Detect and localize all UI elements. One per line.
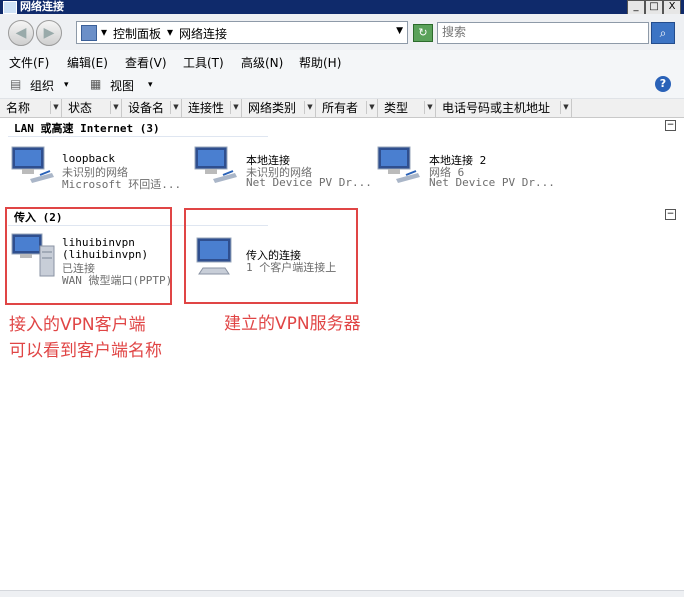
connection-device: Net Device PV Dr...	[246, 176, 372, 189]
window-title: 网络连接	[20, 0, 64, 13]
menu-bar: 文件(F) 编辑(E) 查看(V) 工具(T) 高级(N) 帮助(H)	[0, 50, 684, 72]
column-label: 类型	[384, 101, 409, 115]
control-panel-icon	[81, 25, 97, 41]
close-button[interactable]: X	[663, 0, 681, 15]
collapse-lan-button[interactable]: −	[665, 120, 676, 131]
column-label: 电话号码或主机地址	[442, 101, 551, 115]
annotation-box-server	[184, 208, 358, 304]
annotation-server: 建立的VPN服务器	[224, 314, 361, 334]
breadcrumb-separator: ▾	[101, 25, 108, 39]
column-label: 所有者	[322, 101, 359, 115]
menu-file[interactable]: 文件(F)	[9, 54, 49, 71]
breadcrumb-control-panel[interactable]: 控制面板	[113, 25, 161, 42]
menu-help[interactable]: 帮助(H)	[299, 54, 341, 71]
maximize-button[interactable]: □	[645, 0, 663, 15]
column-dropdown-icon[interactable]: ▼	[230, 101, 241, 114]
column-label: 网络类别	[248, 101, 297, 115]
column-dropdown-icon[interactable]: ▼	[304, 101, 315, 114]
address-bar[interactable]: ▾ 控制面板 ▾ 网络连接 ▼	[76, 21, 408, 44]
menu-advanced[interactable]: 高级(N)	[241, 54, 283, 71]
connection-device: Net Device PV Dr...	[429, 176, 555, 189]
column-dropdown-icon[interactable]: ▼	[110, 101, 121, 114]
network-connection-icon	[377, 146, 420, 183]
organize-icon: ▤	[10, 77, 22, 91]
column-dropdown-icon[interactable]: ▼	[170, 101, 181, 114]
connection-device: Microsoft 环回适...	[62, 178, 182, 191]
column-label: 设备名	[128, 101, 165, 115]
organize-button[interactable]: 组织	[30, 77, 54, 94]
column-dropdown-icon[interactable]: ▼	[366, 101, 377, 114]
group-divider	[8, 136, 268, 137]
connection-local[interactable]: 本地连接 未识别的网络 Net Device PV Dr...	[193, 145, 372, 195]
column-dropdown-icon[interactable]: ▼	[560, 101, 571, 114]
minimize-button[interactable]: _	[627, 0, 645, 15]
column-network-category[interactable]: 网络类别 ▼	[242, 99, 316, 117]
help-icon[interactable]: ?	[655, 76, 671, 92]
breadcrumb-network-connections[interactable]: 网络连接	[179, 25, 227, 42]
column-type[interactable]: 类型 ▼	[378, 99, 436, 117]
network-connection-icon	[194, 146, 237, 183]
views-button[interactable]: 视图	[110, 77, 134, 94]
views-icon: ▦	[90, 77, 102, 91]
views-dropdown-icon[interactable]: ▾	[148, 80, 153, 90]
column-label: 状态	[68, 101, 93, 115]
menu-view[interactable]: 查看(V)	[125, 54, 167, 71]
collapse-incoming-button[interactable]: −	[665, 209, 676, 220]
title-bar: 网络连接 _ □ X	[0, 0, 684, 15]
network-connection-icon	[11, 146, 54, 183]
search-icon[interactable]: ⌕	[651, 22, 675, 44]
group-header-lan[interactable]: LAN 或高速 Internet (3)	[14, 120, 160, 136]
column-headers: 名称 ▼ 状态 ▼ 设备名 ▼ 连接性 ▼ 网络类别 ▼ 所有者 ▼ 类型 ▼ 电话号码或主机…	[0, 99, 684, 118]
column-connectivity[interactable]: 连接性 ▼	[182, 99, 242, 117]
column-owner[interactable]: 所有者 ▼	[316, 99, 378, 117]
back-arrow-icon[interactable]: ◀	[8, 20, 34, 46]
navigation-bar: ◀ ▶ ▾ 控制面板 ▾ 网络连接 ▼ ↻ ⌕	[0, 14, 684, 51]
column-dropdown-icon[interactable]: ▼	[424, 101, 435, 114]
organize-dropdown-icon[interactable]: ▾	[64, 80, 69, 90]
search-box[interactable]	[437, 22, 649, 44]
command-toolbar: ▤ 组织 ▾ ▦ 视图 ▾	[0, 72, 684, 99]
annotation-client-line2: 可以看到客户端名称	[9, 341, 162, 361]
connection-local-2[interactable]: 本地连接 2 网络 6 Net Device PV Dr...	[376, 145, 555, 195]
column-label: 名称	[6, 101, 31, 115]
menu-edit[interactable]: 编辑(E)	[67, 54, 108, 71]
column-label: 连接性	[188, 101, 225, 115]
refresh-icon[interactable]: ↻	[413, 24, 433, 42]
search-input[interactable]	[438, 23, 646, 41]
connection-loopback[interactable]: loopback 未识别的网络 Microsoft 环回适...	[10, 145, 182, 195]
breadcrumb-separator: ▾	[167, 25, 174, 39]
column-name[interactable]: 名称 ▼	[0, 99, 62, 117]
forward-arrow-icon[interactable]: ▶	[36, 20, 62, 46]
column-status[interactable]: 状态 ▼	[62, 99, 122, 117]
menu-tools[interactable]: 工具(T)	[183, 54, 224, 71]
column-dropdown-icon[interactable]: ▼	[50, 101, 61, 114]
annotation-box-client	[5, 207, 172, 305]
column-phone-host[interactable]: 电话号码或主机地址 ▼	[436, 99, 572, 117]
address-dropdown-icon[interactable]: ▼	[396, 26, 403, 36]
network-folder-icon	[3, 1, 17, 14]
column-device[interactable]: 设备名 ▼	[122, 99, 182, 117]
annotation-client-line1: 接入的VPN客户端	[9, 315, 146, 335]
